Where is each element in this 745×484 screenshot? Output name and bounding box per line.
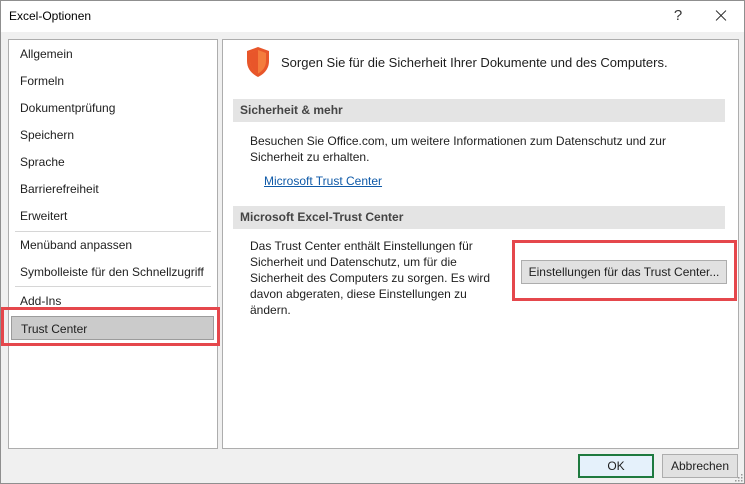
sidebar-item-schnellzugriff[interactable]: Symbolleiste für den Schnellzugriff (11, 260, 214, 284)
sidebar-item-dokumentpruefung[interactable]: Dokumentprüfung (11, 96, 214, 120)
sidebar-item-barrierefreiheit[interactable]: Barrierefreiheit (11, 177, 214, 201)
sidebar-nav: Allgemein Formeln Dokumentprüfung Speich… (8, 39, 218, 449)
sidebar-item-menueband[interactable]: Menüband anpassen (11, 233, 214, 257)
sidebar-item-speichern[interactable]: Speichern (11, 123, 214, 147)
sidebar-item-sprache[interactable]: Sprache (11, 150, 214, 174)
help-button[interactable]: ? (666, 5, 690, 27)
sidebar-divider (15, 286, 211, 287)
sidebar-item-allgemein[interactable]: Allgemein (11, 42, 214, 66)
sidebar-item-formeln[interactable]: Formeln (11, 69, 214, 93)
section-heading-security: Sicherheit & mehr (233, 99, 725, 122)
close-icon[interactable] (708, 5, 734, 27)
sidebar-item-erweitert[interactable]: Erweitert (11, 204, 214, 228)
section-heading-trust-center: Microsoft Excel-Trust Center (233, 206, 725, 229)
highlight-box-settings-button (512, 240, 737, 301)
title-bar: Excel-Optionen ? (1, 1, 744, 32)
resize-grip-icon[interactable] (734, 473, 743, 482)
section-text-security: Besuchen Sie Office.com, um weitere Info… (250, 134, 666, 164)
page-title: Sorgen Sie für die Sicherheit Ihrer Doku… (281, 55, 668, 70)
cancel-button[interactable]: Abbrechen (662, 454, 738, 478)
trust-center-link[interactable]: Microsoft Trust Center (264, 174, 382, 188)
window-title: Excel-Optionen (9, 9, 92, 23)
section-text-trust-center: Das Trust Center enthält Einstellungen f… (250, 239, 491, 317)
shield-icon (247, 47, 269, 77)
sidebar-divider (15, 231, 211, 232)
ok-button[interactable]: OK (578, 454, 654, 478)
highlight-box-trust-center (1, 307, 220, 346)
